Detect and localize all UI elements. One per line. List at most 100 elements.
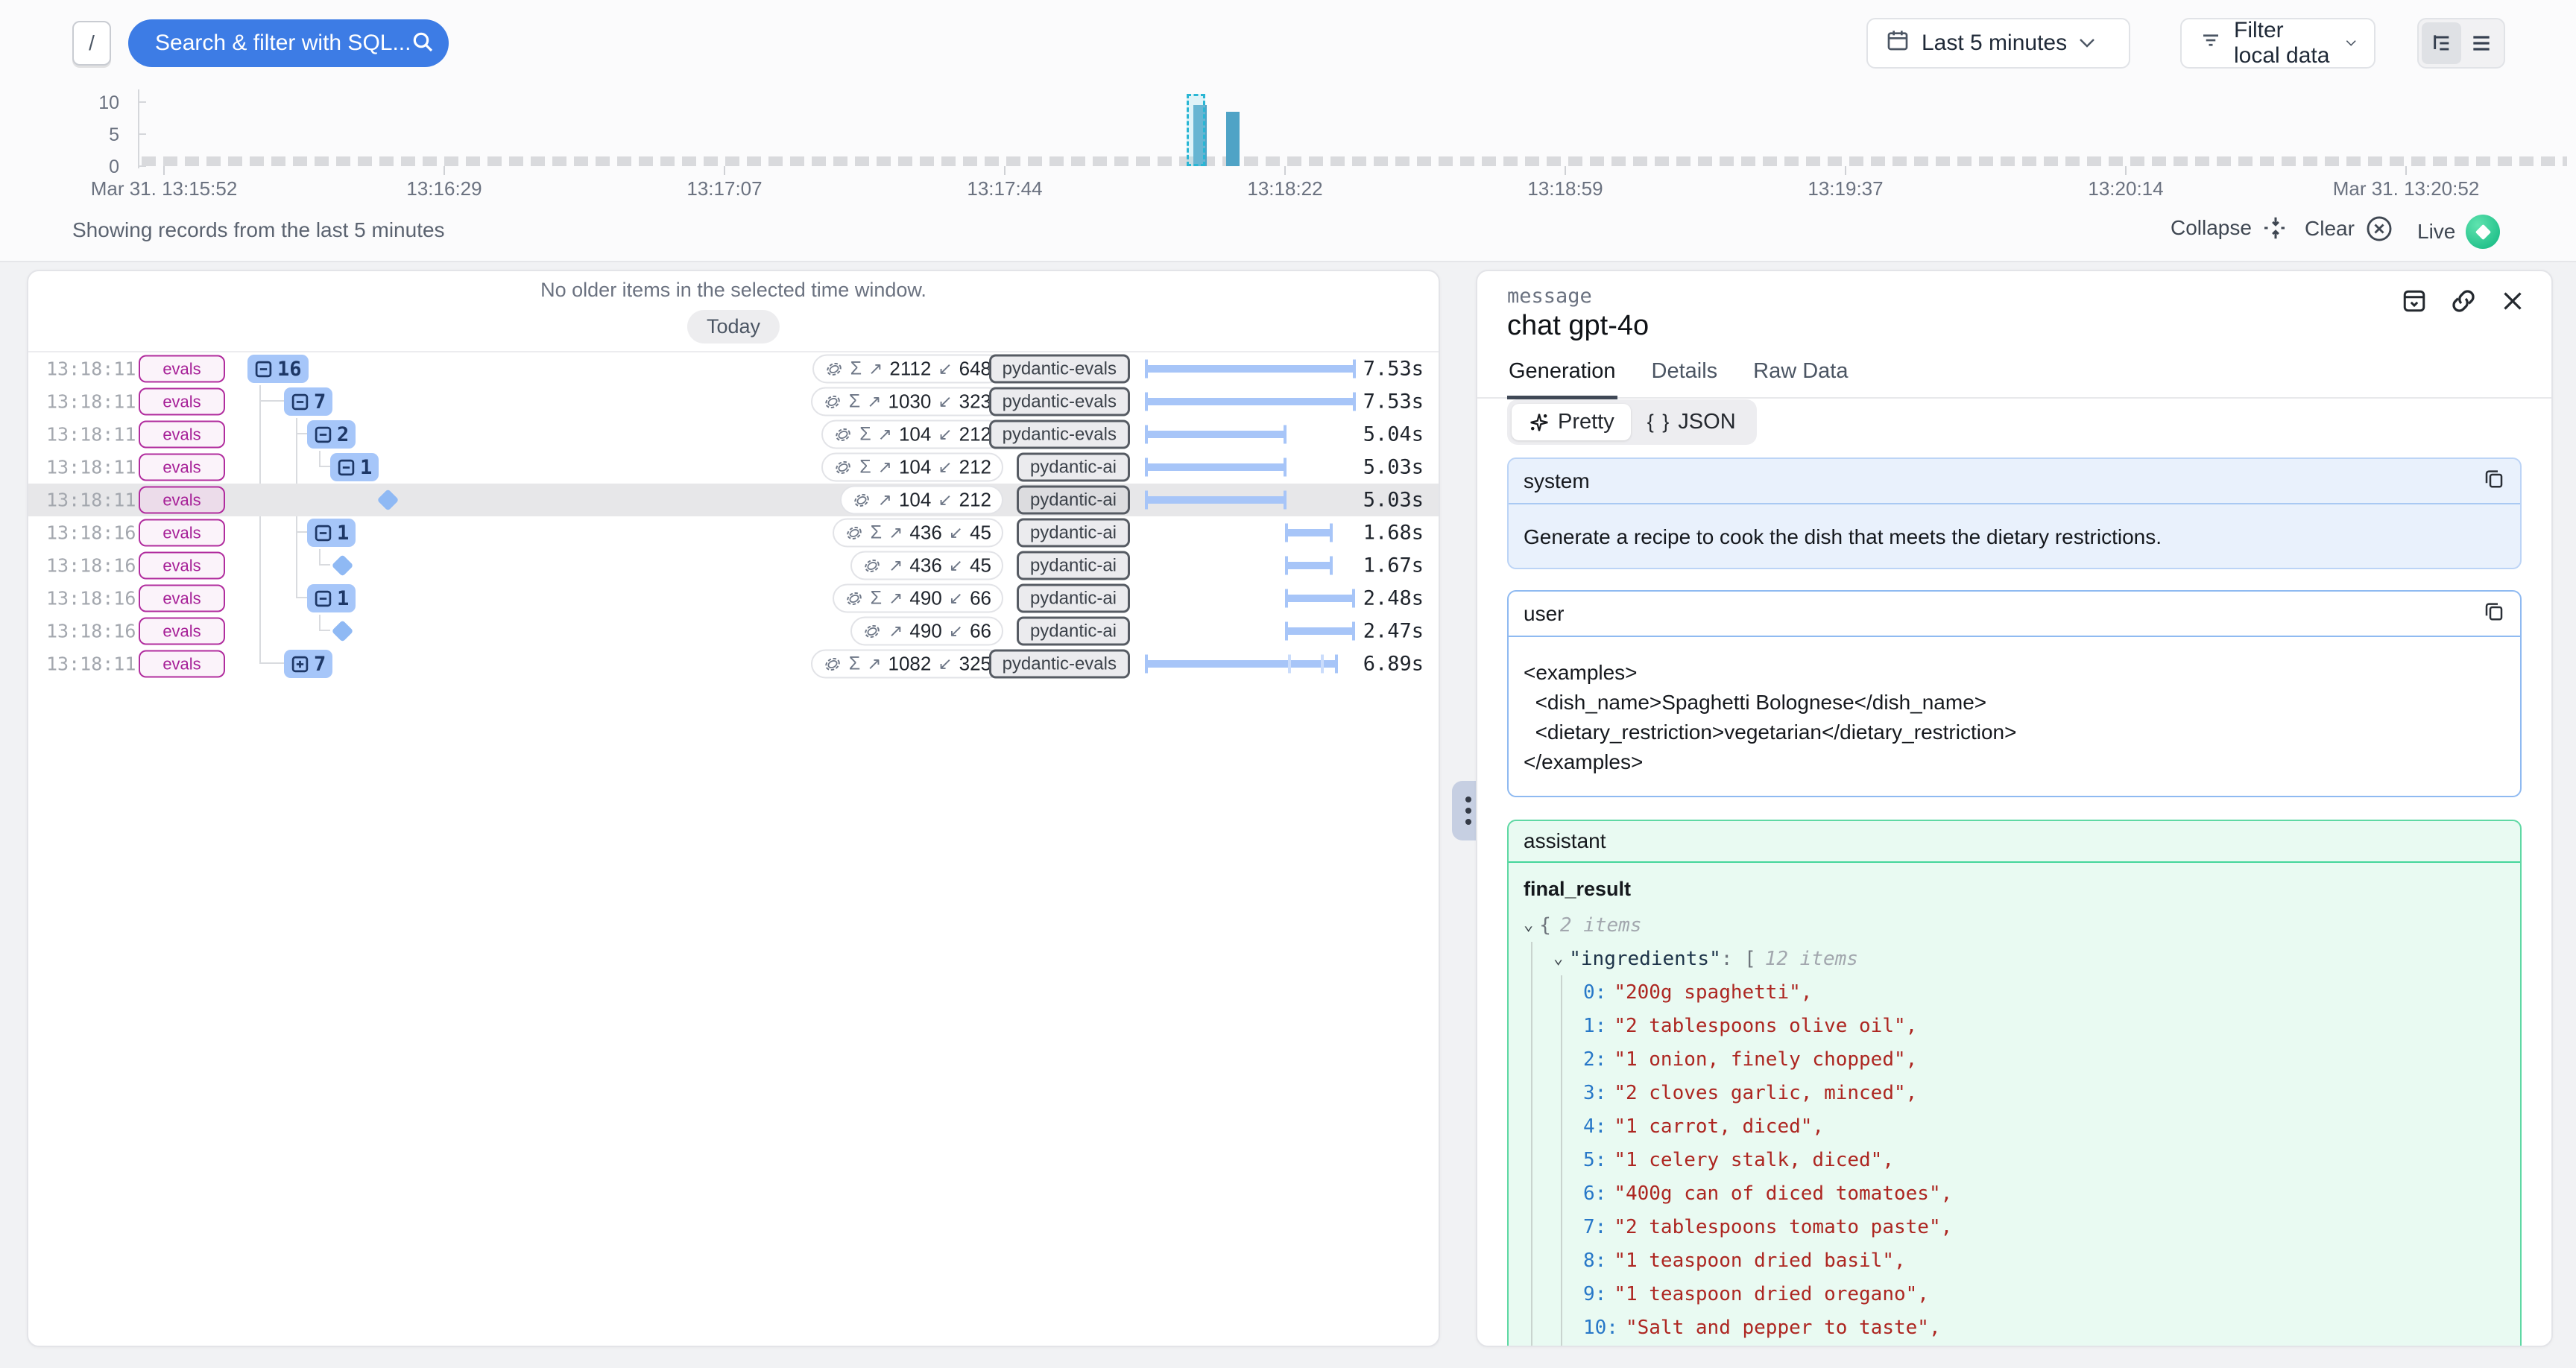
- expand-collapse-chip[interactable]: 1: [307, 519, 356, 547]
- copy-icon[interactable]: [2483, 467, 2505, 495]
- project-badge[interactable]: evals: [139, 552, 225, 580]
- output-tokens-arrow-icon: ↙: [938, 392, 952, 412]
- row-timestamp: 13:18:16: [46, 522, 136, 544]
- x-tick-label: Mar 31. 13:20:52: [2333, 177, 2480, 200]
- instrumentation-tag: pydantic-evals: [989, 420, 1130, 449]
- expand-collapse-chip[interactable]: 7: [284, 387, 332, 416]
- project-badge[interactable]: evals: [139, 421, 225, 449]
- expand-collapse-chip[interactable]: 2: [307, 420, 356, 449]
- project-badge[interactable]: evals: [139, 454, 225, 481]
- tree-view-button[interactable]: [2422, 22, 2461, 64]
- minus-box-icon: [314, 524, 332, 542]
- list-view-icon: [2469, 31, 2493, 55]
- child-count: 1: [360, 456, 372, 479]
- calendar-icon: [1886, 28, 1910, 58]
- duration-bar[interactable]: [1286, 627, 1354, 635]
- token-usage-chip[interactable]: Σ ↗ 104 ↙ 212: [821, 420, 1003, 449]
- list-view-button[interactable]: [2461, 22, 2501, 64]
- trace-row[interactable]: 13:18:11 evals 16 Σ ↗ 2112 ↙ 648 pydanti…: [28, 352, 1439, 385]
- project-badge[interactable]: evals: [139, 585, 225, 612]
- input-tokens-arrow-icon: ↗: [867, 654, 881, 674]
- duration-bar[interactable]: [1146, 365, 1355, 373]
- chart-selection-brush[interactable]: [1187, 94, 1205, 166]
- time-range-button[interactable]: Last 5 minutes: [1866, 18, 2130, 69]
- duration-bar[interactable]: [1146, 398, 1355, 405]
- duration-text: 5.04s: [1363, 423, 1424, 446]
- trace-row[interactable]: 13:18:16 evals ↗ 490 ↙ 66 pydantic-ai 2.…: [28, 615, 1439, 647]
- minus-box-icon: [314, 425, 332, 444]
- x-tick-label: 13:18:59: [1527, 177, 1603, 200]
- duration-bar[interactable]: [1286, 529, 1333, 536]
- live-toggle[interactable]: Live: [2417, 215, 2500, 249]
- json-label: JSON: [1678, 410, 1735, 434]
- trace-row[interactable]: 13:18:11 evals 2 Σ ↗ 104 ↙ 212 pydantic-…: [28, 418, 1439, 451]
- token-usage-chip[interactable]: ↗ 490 ↙ 66: [850, 617, 1003, 646]
- x-tick-label: 13:17:07: [686, 177, 762, 200]
- token-usage-chip[interactable]: Σ ↗ 104 ↙ 212: [821, 453, 1003, 482]
- duration-bar[interactable]: [1286, 595, 1355, 602]
- assistant-role-label: assistant: [1524, 829, 1606, 853]
- ingredient-item: 6:"400g can of diced tomatoes",: [1583, 1177, 2505, 1210]
- tab-details[interactable]: Details: [1650, 359, 1720, 397]
- tab-generation[interactable]: Generation: [1507, 359, 1617, 399]
- token-usage-chip[interactable]: Σ ↗ 490 ↙ 66: [833, 584, 1003, 613]
- close-icon[interactable]: [2499, 288, 2526, 318]
- duration-bar[interactable]: [1146, 431, 1286, 438]
- filter-local-data-button[interactable]: Filter local data: [2180, 18, 2375, 69]
- token-usage-chip[interactable]: Σ ↗ 1082 ↙ 325: [811, 650, 1003, 679]
- input-tokens-arrow-icon: ↗: [878, 457, 892, 478]
- expand-collapse-chip[interactable]: 7: [284, 650, 332, 678]
- duration-bar[interactable]: [1146, 496, 1286, 504]
- copy-link-icon[interactable]: [2450, 288, 2477, 318]
- token-usage-chip[interactable]: Σ ↗ 2112 ↙ 648: [812, 355, 1003, 384]
- project-badge[interactable]: evals: [139, 519, 225, 547]
- open-brace: {: [1539, 914, 1551, 937]
- duration-bar[interactable]: [1286, 562, 1332, 569]
- project-badge[interactable]: evals: [139, 355, 225, 383]
- trace-row[interactable]: 13:18:11 evals ↗ 104 ↙ 212 pydantic-ai 5…: [28, 484, 1439, 516]
- duration-text: 5.03s: [1363, 456, 1424, 479]
- collapse-button[interactable]: Collapse: [2171, 215, 2289, 241]
- token-usage-chip[interactable]: ↗ 104 ↙ 212: [840, 486, 1003, 515]
- expand-collapse-chip[interactable]: 1: [330, 453, 379, 481]
- project-badge[interactable]: evals: [139, 618, 225, 645]
- trace-row[interactable]: 13:18:11 evals 7 Σ ↗ 1030 ↙ 323 pydantic…: [28, 385, 1439, 418]
- slash-shortcut-key: /: [72, 21, 111, 66]
- clear-button[interactable]: Clear: [2305, 215, 2393, 243]
- trace-row[interactable]: 13:18:11 evals 1 Σ ↗ 104 ↙ 212 pydantic-…: [28, 451, 1439, 484]
- project-badge[interactable]: evals: [139, 487, 225, 514]
- search-input[interactable]: Search & filter with SQL...: [128, 19, 449, 67]
- trace-row[interactable]: 13:18:16 evals ↗ 436 ↙ 45 pydantic-ai 1.…: [28, 549, 1439, 582]
- json-toggle-button[interactable]: { } JSON: [1631, 404, 1752, 440]
- token-usage-chip[interactable]: Σ ↗ 436 ↙ 45: [833, 519, 1003, 548]
- input-tokens-arrow-icon: ↗: [888, 523, 903, 543]
- json-key: "ingredients": [1569, 948, 1721, 970]
- x-axis-dashed-baseline: [142, 156, 2567, 166]
- trace-row[interactable]: 13:18:16 evals 1 Σ ↗ 490 ↙ 66 pydantic-a…: [28, 582, 1439, 615]
- pin-panel-icon[interactable]: [2401, 288, 2428, 318]
- user-message-section: user <examples> <dish_name>Spaghetti Bol…: [1507, 590, 2522, 797]
- pretty-toggle-button[interactable]: Pretty: [1512, 404, 1631, 440]
- search-icon[interactable]: [411, 30, 435, 57]
- expand-collapse-chip[interactable]: 16: [247, 355, 309, 383]
- chevron-down-icon[interactable]: ⌄: [1524, 916, 1533, 934]
- project-badge[interactable]: evals: [139, 388, 225, 416]
- duration-bar[interactable]: [1146, 463, 1286, 471]
- ingredient-item: 11:"Parmesan cheese, grated (optional)": [1583, 1344, 2505, 1347]
- tab-raw-data[interactable]: Raw Data: [1752, 359, 1849, 397]
- trace-row[interactable]: 13:18:11 evals 7 Σ ↗ 1082 ↙ 325 pydantic…: [28, 647, 1439, 680]
- token-usage-chip[interactable]: Σ ↗ 1030 ↙ 323: [811, 387, 1003, 417]
- trace-row[interactable]: 13:18:16 evals 1 Σ ↗ 436 ↙ 45 pydantic-a…: [28, 516, 1439, 549]
- sigma-sum-icon: Σ: [871, 588, 882, 609]
- open-bracket: [: [1744, 948, 1756, 970]
- input-tokens: 2112: [889, 358, 931, 381]
- duration-bar[interactable]: [1146, 660, 1337, 668]
- expand-collapse-chip[interactable]: 1: [307, 584, 356, 612]
- chevron-down-icon[interactable]: ⌄: [1553, 949, 1563, 968]
- project-badge[interactable]: evals: [139, 650, 225, 678]
- copy-icon[interactable]: [2483, 600, 2505, 627]
- token-usage-chip[interactable]: ↗ 436 ↙ 45: [850, 551, 1003, 580]
- input-tokens: 436: [909, 522, 941, 545]
- ingredient-item: 10:"Salt and pepper to taste",: [1583, 1311, 2505, 1344]
- child-count: 1: [337, 522, 349, 545]
